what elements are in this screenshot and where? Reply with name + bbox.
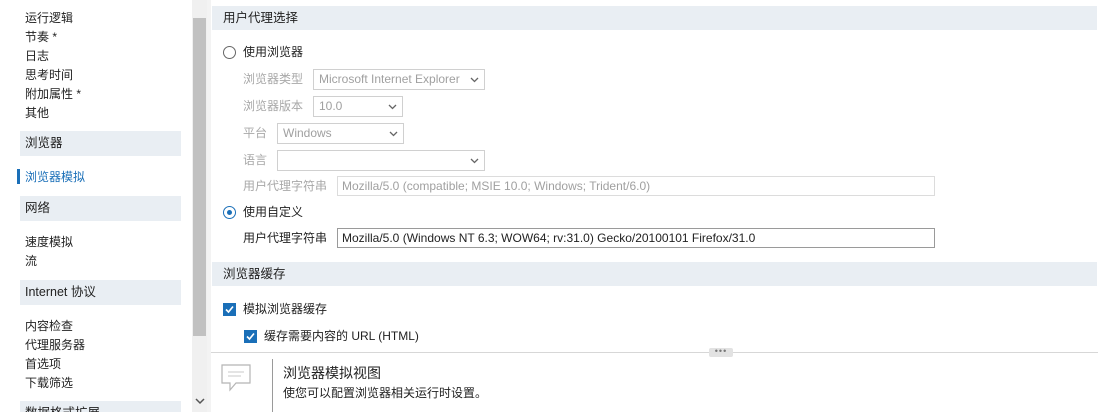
language-select[interactable] (277, 150, 485, 171)
sidebar-group-network: 网络 (20, 196, 181, 221)
custom-ua-label: 用户代理字符串 (243, 231, 328, 245)
sidebar: 运行逻辑 节奏 * 日志 思考时间 附加属性 * 其他 浏览器 浏览器模拟 网络… (0, 0, 192, 412)
sidebar-item-speed-simulation[interactable]: 速度模拟 (25, 234, 73, 250)
sidebar-group-browser: 浏览器 (20, 131, 181, 156)
custom-ua-input[interactable]: Mozilla/5.0 (Windows NT 6.3; WOW64; rv:3… (337, 228, 935, 248)
sidebar-item-proxy[interactable]: 代理服务器 (25, 337, 85, 353)
ua-string-input[interactable]: Mozilla/5.0 (compatible; MSIE 10.0; Wind… (337, 176, 935, 196)
sidebar-item-pacing[interactable]: 节奏 * (25, 29, 57, 45)
use-browser-label: 使用浏览器 (243, 45, 304, 59)
sidebar-group-internet-protocol: Internet 协议 (20, 280, 181, 305)
use-browser-radio[interactable] (223, 46, 236, 59)
sidebar-item-download-filters[interactable]: 下载筛选 (25, 375, 73, 391)
sidebar-item-browser-emulation[interactable]: 浏览器模拟 (25, 169, 85, 185)
language-label: 语言 (243, 153, 268, 167)
sidebar-item-content-check[interactable]: 内容检查 (25, 318, 73, 334)
section-browser-cache: 浏览器缓存 (212, 262, 1097, 286)
sidebar-scrollbar[interactable] (192, 0, 207, 412)
sidebar-group-data-format: 数据格式扩展 (20, 401, 181, 412)
speech-bubble-icon (219, 362, 253, 394)
use-custom-radio[interactable] (223, 206, 236, 219)
sidebar-item-think-time[interactable]: 思考时间 (25, 67, 73, 83)
scroll-down-icon[interactable] (192, 392, 207, 412)
chevron-down-icon (387, 97, 397, 116)
chevron-down-icon (469, 151, 479, 170)
browser-version-label: 浏览器版本 (243, 99, 304, 113)
main-panel: 用户代理选择 使用浏览器 浏览器类型 Microsoft Internet Ex… (211, 0, 1098, 412)
browser-version-select[interactable]: 10.0 (313, 96, 403, 117)
sidebar-item-streaming[interactable]: 流 (25, 253, 37, 269)
help-title: 浏览器模拟视图 (283, 365, 381, 381)
ua-string-label: 用户代理字符串 (243, 179, 328, 193)
browser-type-label: 浏览器类型 (243, 72, 304, 86)
help-description: 使您可以配置浏览器相关运行时设置。 (283, 386, 488, 400)
browser-version-value: 10.0 (319, 99, 343, 113)
platform-label: 平台 (243, 126, 268, 140)
sidebar-item-preferences[interactable]: 首选项 (25, 356, 61, 372)
platform-value: Windows (283, 126, 332, 140)
cache-url-label: 缓存需要内容的 URL (HTML) (264, 329, 419, 343)
cache-url-checkbox[interactable] (244, 330, 257, 343)
resize-grip[interactable]: ••• (709, 347, 733, 357)
sidebar-item-miscellaneous[interactable]: 其他 (25, 105, 49, 121)
section-user-agent: 用户代理选择 (212, 6, 1097, 30)
simulate-cache-label: 模拟浏览器缓存 (243, 302, 328, 316)
chevron-down-icon (388, 124, 398, 143)
platform-select[interactable]: Windows (277, 123, 404, 144)
sidebar-item-additional-attributes[interactable]: 附加属性 * (25, 86, 81, 102)
chevron-down-icon (469, 70, 479, 89)
simulate-cache-checkbox[interactable] (223, 303, 236, 316)
sidebar-item-run-logic[interactable]: 运行逻辑 (25, 10, 73, 26)
sidebar-item-log[interactable]: 日志 (25, 48, 49, 64)
help-panel: ••• 浏览器模拟视图 使您可以配置浏览器相关运行时设置。 (211, 347, 1098, 412)
browser-type-select[interactable]: Microsoft Internet Explorer (313, 69, 485, 90)
use-custom-label: 使用自定义 (243, 205, 304, 219)
active-indicator (17, 169, 20, 184)
scrollbar-thumb[interactable] (193, 18, 206, 336)
help-separator (272, 359, 273, 412)
browser-type-value: Microsoft Internet Explorer (319, 72, 460, 86)
